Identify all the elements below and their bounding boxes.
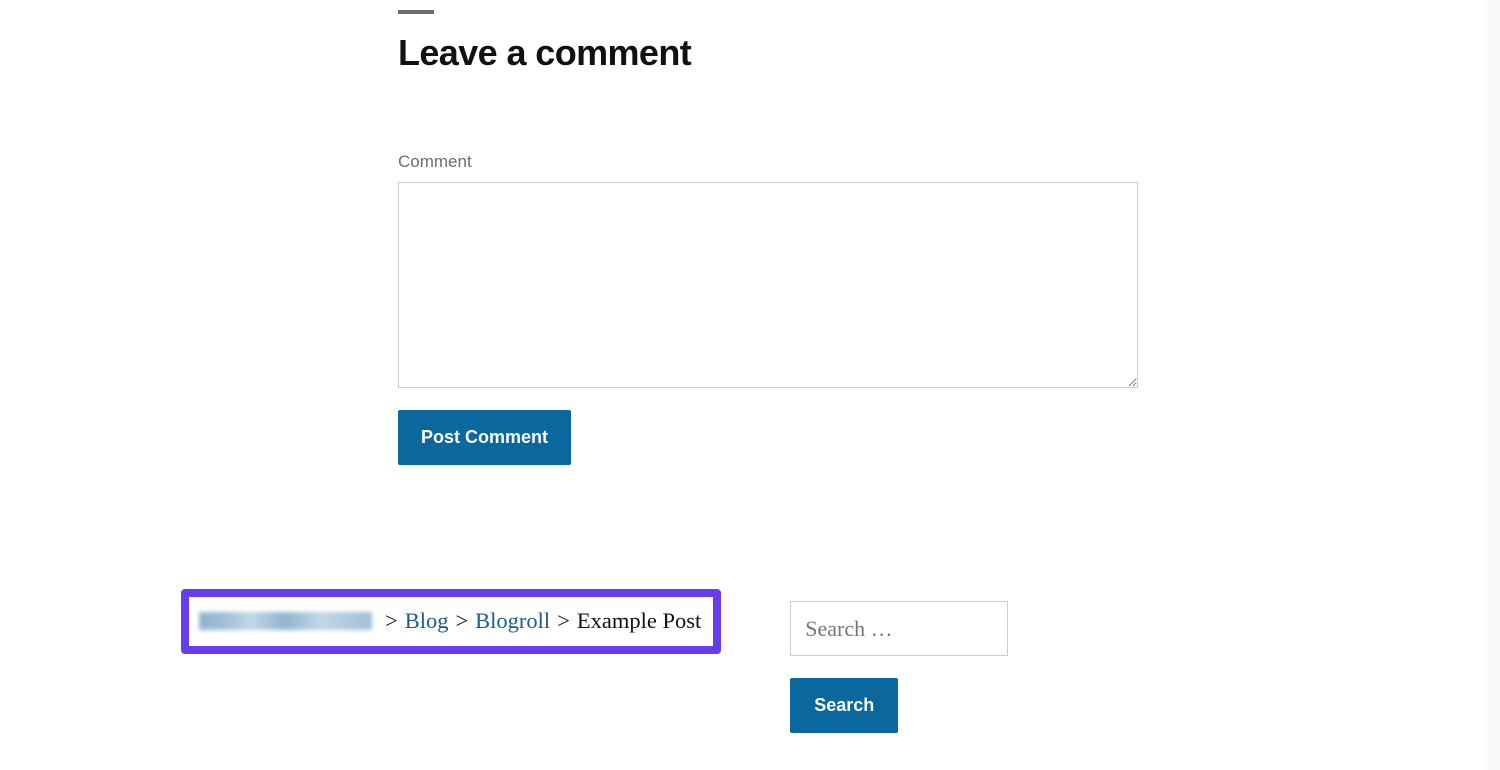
scrollbar[interactable]	[1485, 0, 1500, 770]
breadcrumb-link-blogroll[interactable]: Blogroll	[475, 607, 550, 634]
search-input[interactable]	[790, 601, 1008, 656]
breadcrumb-separator: >	[557, 607, 570, 634]
divider-line	[398, 10, 434, 14]
breadcrumb-separator: >	[385, 607, 398, 634]
breadcrumb-current: Example Post	[577, 607, 701, 634]
comment-textarea[interactable]	[398, 182, 1138, 388]
comment-label: Comment	[398, 152, 1138, 172]
search-button[interactable]: Search	[790, 678, 898, 733]
post-comment-button[interactable]: Post Comment	[398, 410, 571, 465]
breadcrumb-link-blog[interactable]: Blog	[405, 607, 449, 634]
breadcrumb-separator: >	[455, 607, 468, 634]
breadcrumb-home-link[interactable]	[199, 612, 372, 630]
breadcrumb: > Blog > Blogroll > Example Post	[181, 589, 721, 654]
leave-comment-heading: Leave a comment	[398, 32, 1138, 74]
